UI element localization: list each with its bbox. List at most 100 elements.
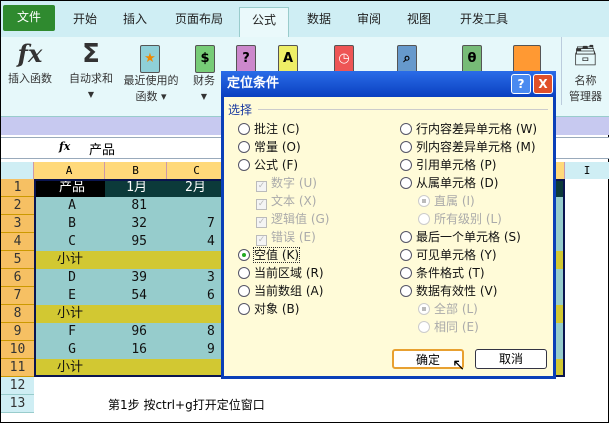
radio-icon[interactable]: [400, 249, 412, 261]
checkbox-icon[interactable]: ✓: [256, 235, 267, 246]
option-item[interactable]: ✓ 数字 (U): [256, 175, 317, 192]
row-header[interactable]: 2: [1, 197, 34, 215]
row-header[interactable]: 13: [1, 395, 34, 413]
row-header[interactable]: 12: [1, 377, 34, 395]
radio-icon[interactable]: [400, 141, 412, 153]
name-manager-button[interactable]: 🗃 名称 管理器: [561, 37, 609, 105]
option-item[interactable]: 当前数组 (A): [238, 283, 323, 299]
option-item[interactable]: ✓ 文本 (X): [256, 193, 316, 210]
name-box[interactable]: [3, 140, 51, 156]
option-item[interactable]: 直属 (I): [418, 193, 475, 209]
tab-home[interactable]: 开始: [63, 7, 107, 37]
row-header[interactable]: 1: [1, 179, 34, 197]
radio-icon[interactable]: [418, 195, 430, 207]
date-time-icon[interactable]: ◷: [334, 45, 354, 73]
option-item[interactable]: ✓ 错误 (E): [256, 229, 316, 246]
group-divider: [258, 109, 548, 110]
column-header-b[interactable]: B: [105, 162, 167, 179]
option-item[interactable]: 当前区域 (R): [238, 265, 324, 281]
row-header[interactable]: 6: [1, 269, 34, 287]
option-item[interactable]: 对象 (B): [238, 301, 299, 317]
option-item[interactable]: 引用单元格 (P): [400, 157, 496, 173]
column-header-c[interactable]: C: [167, 162, 227, 179]
option-item[interactable]: 批注 (C): [238, 121, 300, 137]
option-item[interactable]: 条件格式 (T): [400, 265, 485, 281]
radio-icon[interactable]: [238, 159, 250, 171]
cancel-button[interactable]: 取消: [475, 349, 547, 369]
row-header[interactable]: 3: [1, 215, 34, 233]
math-trig-icon[interactable]: θ: [462, 45, 482, 73]
radio-icon[interactable]: [238, 123, 250, 135]
radio-icon[interactable]: [400, 231, 412, 243]
column-header-a[interactable]: A: [34, 162, 105, 179]
financial-button[interactable]: 财务 ▼: [187, 73, 221, 105]
formula-input[interactable]: 产品: [89, 139, 115, 158]
checkbox-icon[interactable]: ✓: [256, 181, 267, 192]
radio-icon[interactable]: [418, 303, 430, 315]
tab-file[interactable]: 文件: [3, 5, 55, 31]
select-all-corner[interactable]: [1, 162, 34, 179]
option-label: 公式 (F): [254, 158, 299, 172]
fx-icon: fx: [17, 39, 43, 68]
logical-icon[interactable]: ?: [236, 45, 256, 73]
radio-icon[interactable]: [238, 285, 250, 297]
option-item[interactable]: 可见单元格 (Y): [400, 247, 497, 263]
tab-developer[interactable]: 开发工具: [451, 7, 517, 37]
help-button[interactable]: ?: [511, 74, 531, 94]
radio-icon[interactable]: [400, 285, 412, 297]
row-header[interactable]: 10: [1, 341, 34, 359]
option-label: 全部 (L): [434, 302, 478, 316]
insert-function-button[interactable]: fx 插入函数: [5, 37, 55, 87]
tab-review[interactable]: 审阅: [347, 7, 391, 37]
radio-icon[interactable]: [400, 123, 412, 135]
radio-icon[interactable]: [400, 267, 412, 279]
row-header[interactable]: 4: [1, 233, 34, 251]
radio-icon[interactable]: [238, 141, 250, 153]
radio-icon[interactable]: [400, 177, 412, 189]
tab-data[interactable]: 数据: [297, 7, 341, 37]
more-functions-icon[interactable]: [513, 45, 541, 73]
option-item[interactable]: 常量 (O): [238, 139, 301, 155]
option-label: 空值 (K): [252, 247, 301, 263]
radio-icon[interactable]: [400, 159, 412, 171]
option-label: 引用单元格 (P): [416, 158, 497, 172]
option-item[interactable]: 相同 (E): [418, 319, 479, 335]
name-manager-label-2: 管理器: [569, 90, 602, 103]
row-header[interactable]: 8: [1, 305, 34, 323]
option-item[interactable]: 空值 (K): [238, 247, 301, 263]
row-header[interactable]: 5: [1, 251, 34, 269]
fx-icon[interactable]: fx: [59, 140, 70, 153]
option-label: 从属单元格 (D): [416, 176, 499, 190]
tab-page-layout[interactable]: 页面布局: [167, 7, 231, 37]
row-header[interactable]: 11: [1, 359, 34, 377]
option-item[interactable]: 行内容差异单元格 (W): [400, 121, 537, 137]
option-item[interactable]: 所有级别 (L): [418, 211, 502, 227]
radio-icon[interactable]: [418, 321, 430, 333]
text-icon[interactable]: A: [278, 45, 298, 73]
radio-icon[interactable]: [238, 267, 250, 279]
tab-insert[interactable]: 插入: [113, 7, 157, 37]
row-header[interactable]: 9: [1, 323, 34, 341]
autosum-button[interactable]: Σ 自动求和 ▼: [63, 37, 119, 103]
column-header-i[interactable]: I: [565, 162, 609, 179]
radio-icon[interactable]: [238, 303, 250, 315]
tab-view[interactable]: 视图: [397, 7, 441, 37]
option-item[interactable]: 全部 (L): [418, 301, 478, 317]
option-item[interactable]: 公式 (F): [238, 157, 298, 173]
option-item[interactable]: 数据有效性 (V): [400, 283, 497, 299]
option-item[interactable]: 最后一个单元格 (S): [400, 229, 521, 245]
lookup-icon[interactable]: ⌕: [397, 45, 417, 73]
row-header[interactable]: 7: [1, 287, 34, 305]
close-button[interactable]: X: [533, 74, 553, 94]
option-item[interactable]: 列内容差异单元格 (M): [400, 139, 536, 155]
option-item[interactable]: 从属单元格 (D): [400, 175, 498, 191]
financial-icon: $: [195, 45, 215, 73]
mouse-cursor-icon: ↖: [452, 355, 466, 374]
option-item[interactable]: ✓ 逻辑值 (G): [256, 211, 329, 228]
radio-icon[interactable]: [418, 213, 430, 225]
checkbox-icon[interactable]: ✓: [256, 199, 267, 210]
recent-functions-button[interactable]: 最近使用的 函数 ▾: [119, 73, 183, 105]
tab-formulas[interactable]: 公式: [239, 7, 289, 37]
checkbox-icon[interactable]: ✓: [256, 217, 267, 228]
radio-icon[interactable]: [238, 249, 250, 261]
